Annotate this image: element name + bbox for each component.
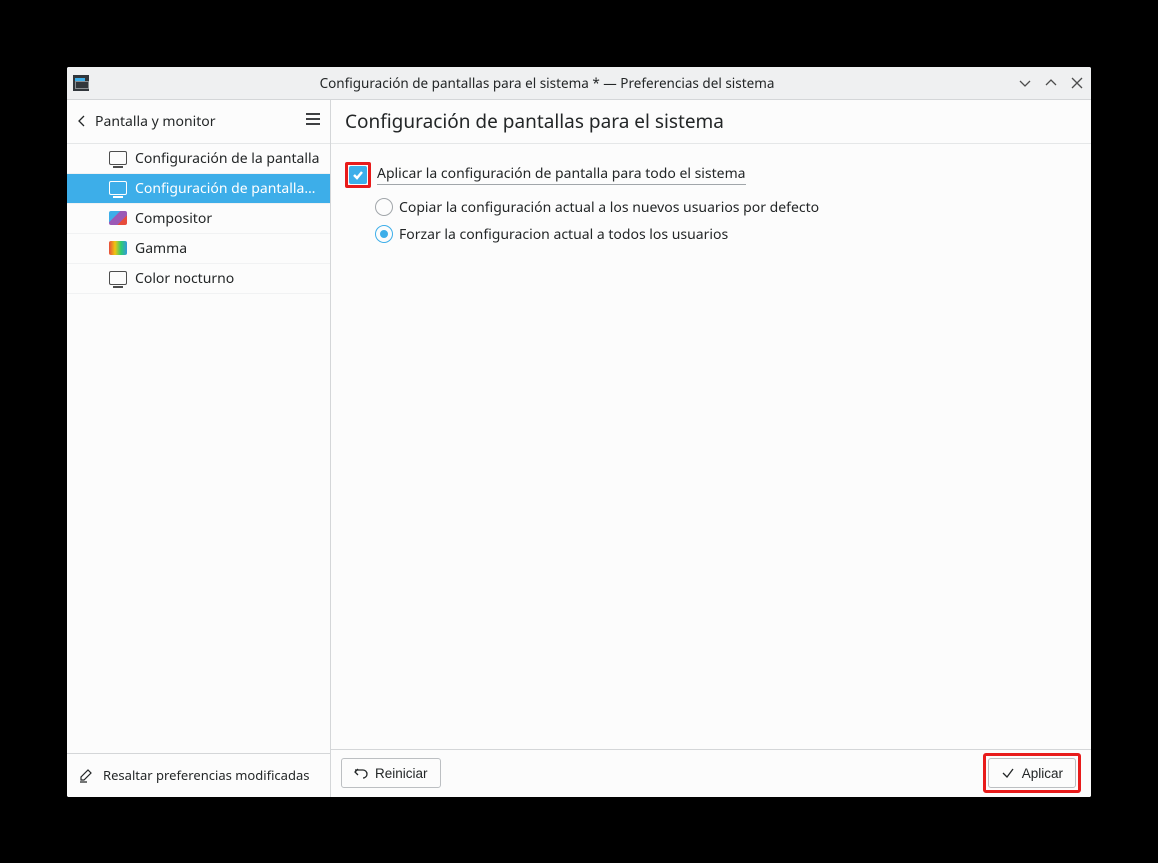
close-icon <box>1071 77 1083 89</box>
apply-label: Aplicar <box>1022 766 1063 781</box>
radio-row-copy: Copiar la configuración actual a los nue… <box>345 198 1077 217</box>
highlight-icon <box>79 767 95 783</box>
sidebar-item-label: Gamma <box>135 239 187 258</box>
footer-buttons: Reiniciar Aplicar <box>331 749 1091 797</box>
hamburger-icon <box>304 110 322 128</box>
sidebar-item-system-displays[interactable]: Configuración de pantallas p... <box>67 174 330 204</box>
sidebar-item-gamma[interactable]: Gamma <box>67 234 330 264</box>
sidebar-nav: Configuración de la pantalla Configuraci… <box>67 144 330 753</box>
sidebar-item-night-color[interactable]: Color nocturno <box>67 264 330 294</box>
reset-label: Reiniciar <box>375 766 428 781</box>
sidebar-item-compositor[interactable]: Compositor <box>67 204 330 234</box>
chevron-left-icon <box>75 114 89 128</box>
chevron-down-icon <box>1019 77 1031 89</box>
highlight-label: Resaltar preferencias modificadas <box>103 766 309 784</box>
checkbox-label[interactable]: Aplicar la configuración de pantalla par… <box>377 164 746 185</box>
reset-button[interactable]: Reiniciar <box>341 758 441 788</box>
monitor-icon <box>109 269 127 287</box>
sidebar-item-label: Color nocturno <box>135 269 234 288</box>
titlebar: Configuración de pantallas para el siste… <box>67 67 1091 99</box>
window-title: Configuración de pantallas para el siste… <box>97 74 1017 92</box>
monitor-icon <box>109 179 127 197</box>
checkbox-row: Aplicar la configuración de pantalla par… <box>345 162 1077 188</box>
chevron-up-icon <box>1045 77 1057 89</box>
page-title: Configuración de pantallas para el siste… <box>331 100 1091 144</box>
sidebar-item-display-config[interactable]: Configuración de la pantalla <box>67 144 330 174</box>
maximize-button[interactable] <box>1043 75 1059 91</box>
check-icon <box>352 169 364 181</box>
window-controls <box>1017 75 1085 91</box>
close-button[interactable] <box>1069 75 1085 91</box>
settings-window: Configuración de pantallas para el siste… <box>67 67 1091 797</box>
breadcrumb: Pantalla y monitor <box>67 100 330 144</box>
compositor-icon <box>109 209 127 227</box>
apply-system-checkbox[interactable] <box>349 166 367 184</box>
content-area: Aplicar la configuración de pantalla par… <box>331 144 1091 749</box>
minimize-button[interactable] <box>1017 75 1033 91</box>
monitor-icon <box>109 149 127 167</box>
main-panel: Configuración de pantallas para el siste… <box>331 100 1091 797</box>
apply-button[interactable]: Aplicar <box>988 758 1076 788</box>
highlight-modified-button[interactable]: Resaltar preferencias modificadas <box>67 753 330 797</box>
highlight-annotation <box>345 162 371 188</box>
breadcrumb-label: Pantalla y monitor <box>95 112 216 131</box>
sidebar-item-label: Configuración de la pantalla <box>135 149 319 168</box>
hamburger-button[interactable] <box>304 110 322 133</box>
sidebar-item-label: Configuración de pantallas p... <box>135 179 320 198</box>
check-icon <box>1001 766 1015 780</box>
back-button[interactable]: Pantalla y monitor <box>75 112 216 131</box>
radio-label: Forzar la configuracion actual a todos l… <box>399 225 728 244</box>
undo-icon <box>354 766 368 780</box>
radio-row-force: Forzar la configuracion actual a todos l… <box>345 225 1077 244</box>
sidebar-item-label: Compositor <box>135 209 212 228</box>
radio-label: Copiar la configuración actual a los nue… <box>399 198 819 217</box>
app-icon <box>73 75 89 91</box>
gamma-icon <box>109 239 127 257</box>
radio-force-all-users[interactable] <box>375 225 393 243</box>
radio-copy-new-users[interactable] <box>375 198 393 216</box>
highlight-annotation: Aplicar <box>983 753 1081 793</box>
sidebar: Pantalla y monitor Configuración de la p… <box>67 100 331 797</box>
window-body: Pantalla y monitor Configuración de la p… <box>67 99 1091 797</box>
